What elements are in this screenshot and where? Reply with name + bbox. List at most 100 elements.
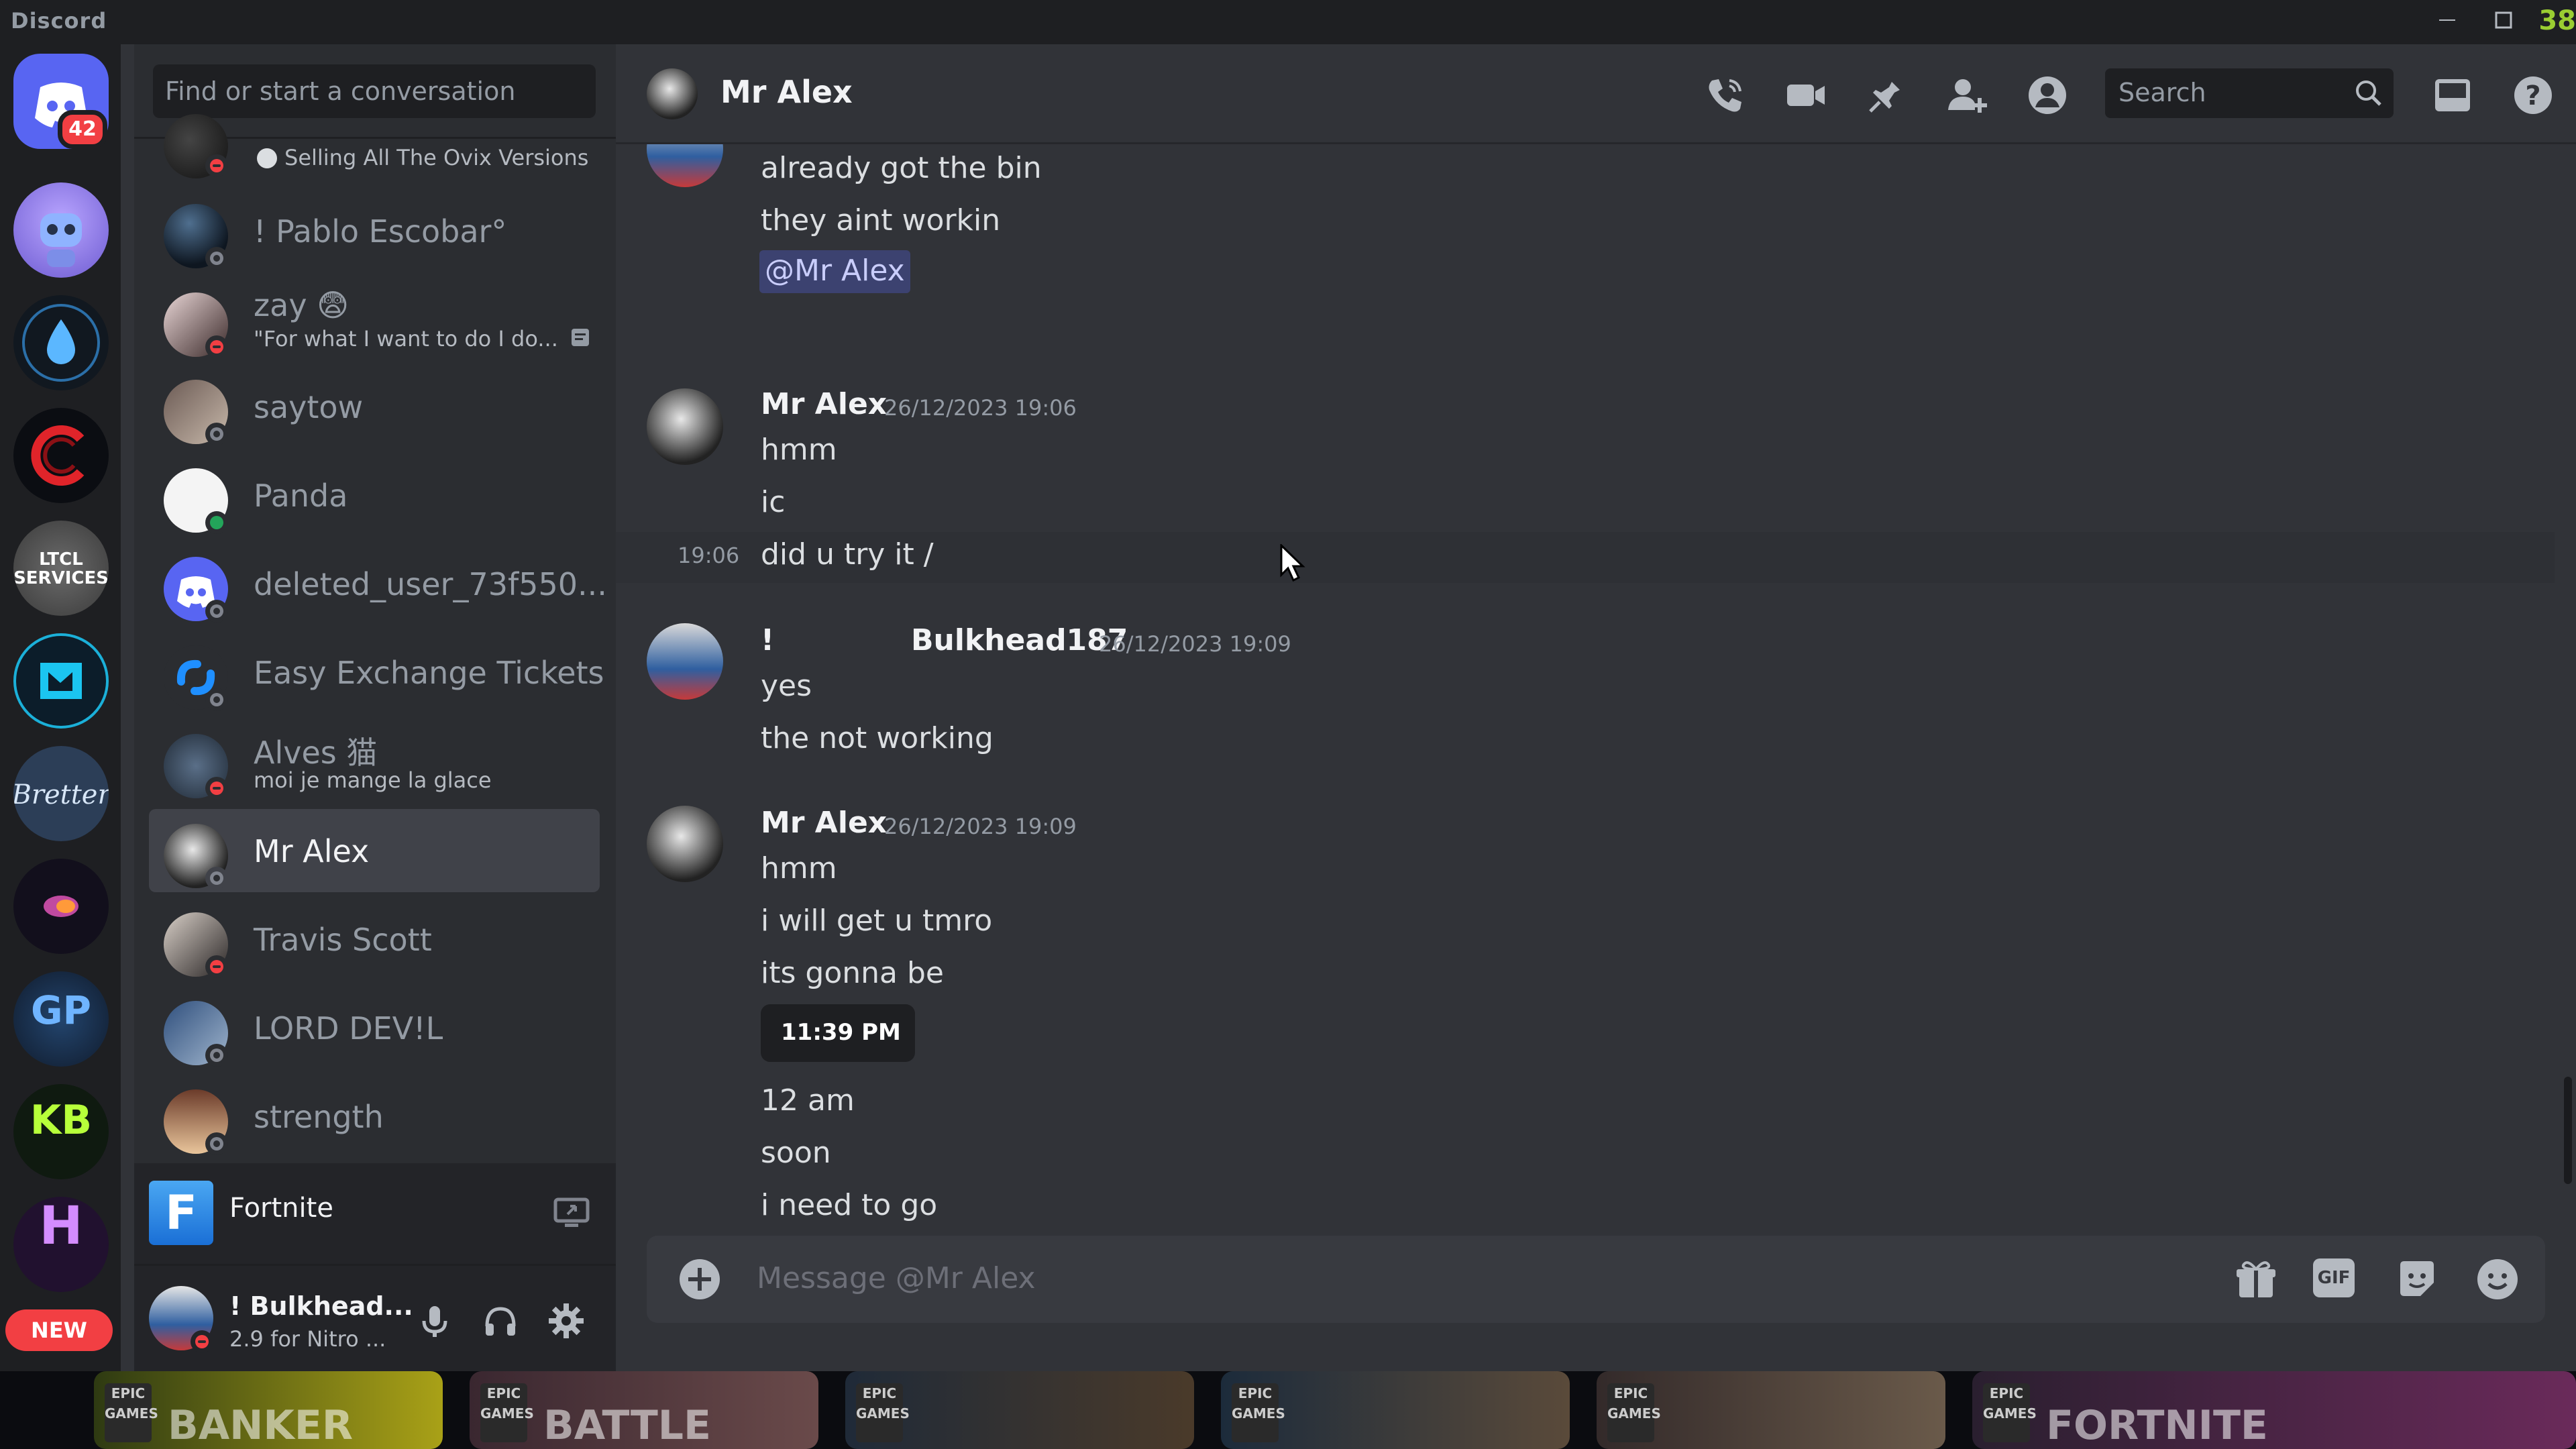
dm-item-pablo[interactable]: ! Pablo Escobar° [149,189,600,272]
message-timestamp: 26/12/2023 19:09 [1099,631,1291,657]
dm-item-lord-devil[interactable]: LORD DEV!L [149,986,600,1069]
message-text: i need to go [761,1188,938,1222]
dm-item-zay[interactable]: zay 😨 "For what I want to do I do... [149,278,600,361]
dm-item-travis-scott[interactable]: Travis Scott [149,898,600,981]
svg-text:?: ? [2525,80,2540,111]
dm-name: LORD DEV!L [254,1010,443,1046]
message-author[interactable]: Bulkhead187 [911,623,1128,657]
message-avatar[interactable] [647,623,723,700]
epic-games-logo: EPIC GAMES [856,1383,910,1442]
status-dnd-icon [205,777,228,800]
message-author[interactable]: Mr Alex [761,806,887,840]
message-text: hmm [761,433,837,467]
app-name: Discord [11,8,107,34]
message-author-prefix: ! [761,623,775,657]
title-bar: Discord 38 [0,0,2576,44]
server-h[interactable]: H [13,1197,109,1292]
attachment-time-text: 11:39 PM [781,1019,901,1046]
dm-name: ! Pablo Escobar° [254,213,507,250]
time-image-attachment[interactable]: 11:39 PM [761,1004,915,1062]
header-avatar [647,68,698,119]
user-status: 2.9 for Nitro ... [229,1326,386,1352]
dm-item-saytow[interactable]: saytow [149,365,600,448]
message-text: they aint workin [761,203,1001,237]
dm-item-mr-alex[interactable]: Mr Alex [149,809,600,892]
headphones-icon[interactable] [480,1301,521,1341]
pin-icon[interactable] [1862,71,1911,119]
message-hover-time: 19:06 [678,543,740,568]
status-online-icon [205,511,228,534]
message-author[interactable]: Mr Alex [761,387,887,421]
dm-search-input[interactable]: Find or start a conversation [153,64,596,118]
stream-screen-icon[interactable] [551,1193,592,1233]
chat-title: Mr Alex [720,74,853,110]
dm-item-easy-exchange[interactable]: Easy Exchange Tickets [149,631,604,714]
microphone-icon[interactable] [415,1301,455,1341]
robot-icon [40,213,82,267]
dm-name: zay 😨 [254,287,350,323]
server-c[interactable] [13,408,109,503]
message-avatar[interactable] [647,806,723,882]
message-avatar[interactable] [647,144,723,187]
game-tile: EPIC GAMES [1221,1371,1570,1449]
user-panel: ! Bulkhead... 2.9 for Nitro ... [134,1264,616,1371]
message-composer[interactable]: Message @Mr Alex GIF [647,1236,2545,1323]
gift-icon[interactable] [2233,1256,2279,1303]
fps-counter: 38 [2538,5,2576,36]
epic-games-logo: EPIC GAMES [1232,1383,1285,1442]
inbox-icon[interactable] [2428,71,2477,119]
server-kb-label: KB [30,1097,93,1144]
status-dnd-icon [205,335,228,358]
note-icon [572,329,589,346]
game-tile-label: BATTLE [543,1402,711,1449]
settings-gear-icon[interactable] [546,1301,586,1341]
m-logo-icon [40,663,82,699]
video-call-icon[interactable] [1782,71,1830,119]
user-profile-icon[interactable] [2023,71,2072,119]
chat-area: Mr Alex Search ? already got the bin the… [616,44,2576,1371]
scrollbar-thumb[interactable] [2564,1077,2572,1184]
gif-button[interactable]: GIF [2313,1258,2355,1297]
server-kb[interactable]: KB [13,1084,109,1179]
game-tile: EPIC GAMES BATTLE [470,1371,818,1449]
maximize-button[interactable] [2490,7,2517,34]
message-text: hmm [761,851,837,885]
epic-games-logo: EPIC GAMES [105,1383,158,1442]
sticker-icon[interactable] [2394,1256,2440,1303]
dm-item-strength[interactable]: strength [149,1075,600,1158]
add-attachment-icon[interactable] [676,1256,723,1303]
user-mention[interactable]: @Mr Alex [759,250,910,293]
bretter-logo-icon: Bretter [13,780,109,810]
dm-name: saytow [254,389,364,425]
add-friend-icon[interactable] [1943,71,1991,119]
new-button[interactable]: NEW [5,1309,113,1351]
dm-item-selling[interactable]: Selling All The Ovix Versions [149,114,600,185]
user-name: ! Bulkhead... [229,1291,413,1321]
chat-search-input[interactable]: Search [2105,68,2394,118]
server-ltcl[interactable]: LTCL SERVICES [13,521,109,616]
server-bretter[interactable]: Bretter [13,746,109,841]
search-placeholder: Search [2118,78,2206,107]
server-orb[interactable] [13,859,109,954]
message-text: yes [761,669,812,703]
message-text: 12 am [761,1083,855,1118]
emoji-icon[interactable] [2474,1256,2521,1303]
status-offline-icon [205,867,228,890]
voice-call-icon[interactable] [1701,71,1750,119]
dm-name: Panda [254,478,348,514]
help-icon[interactable]: ? [2509,71,2557,119]
server-robot[interactable] [13,182,109,278]
game-tile-label: FORTNITE [2046,1402,2268,1449]
dm-item-deleted-user[interactable]: deleted_user_73f550... [149,542,607,625]
status-offline-icon [205,1044,228,1067]
message-text: i will get u tmro [761,904,993,938]
message-avatar[interactable] [647,388,723,465]
dm-item-alves[interactable]: Alves 猫 moi je mange la glace [149,719,600,802]
server-water[interactable] [13,295,109,390]
minimize-button[interactable] [2434,7,2461,34]
server-m[interactable] [13,633,109,729]
dm-name: Alves 猫 [254,735,378,771]
message-input[interactable]: Message @Mr Alex [757,1261,1036,1295]
dm-item-panda[interactable]: Panda [149,453,600,537]
server-gp[interactable]: GP [13,971,109,1067]
